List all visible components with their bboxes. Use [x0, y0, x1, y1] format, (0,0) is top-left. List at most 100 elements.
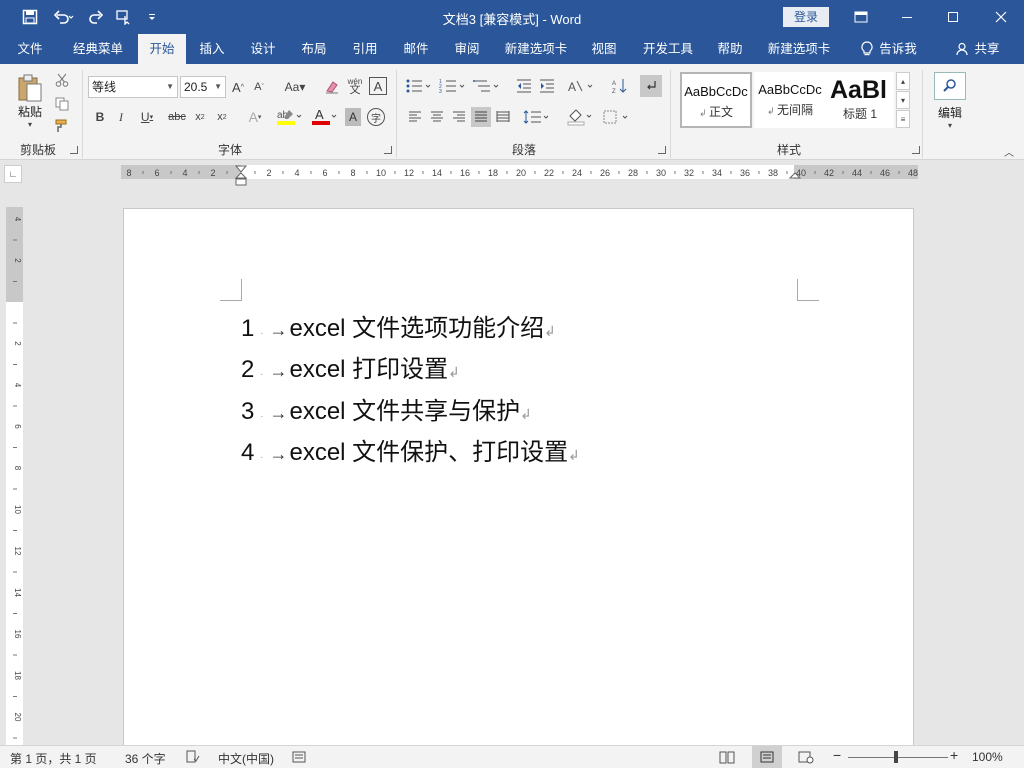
shading-icon[interactable] — [564, 107, 596, 127]
strikethrough-icon[interactable]: abc — [166, 108, 188, 126]
tab-review[interactable]: 审阅 — [445, 34, 489, 64]
text-effects-icon[interactable]: A ▾ — [242, 108, 268, 126]
close-icon[interactable] — [978, 0, 1024, 34]
font-color-icon[interactable]: A — [309, 106, 339, 128]
maximize-icon[interactable] — [930, 0, 976, 34]
svg-text:A: A — [612, 81, 616, 87]
font-launcher-icon[interactable] — [384, 146, 392, 154]
style-normal[interactable]: AaBbCcDc ↲ 正文 — [680, 72, 752, 128]
zoom-slider-thumb[interactable] — [894, 751, 898, 763]
clipboard-launcher-icon[interactable] — [70, 146, 78, 154]
zoom-out-icon[interactable]: − — [833, 747, 841, 763]
tab-design[interactable]: 设计 — [241, 34, 285, 64]
numbering-icon[interactable]: 123 — [438, 76, 468, 96]
ruler-tick-label: 16 — [13, 630, 22, 639]
left-indent-marker[interactable] — [235, 178, 247, 186]
tell-me-box[interactable]: 告诉我 — [854, 34, 924, 64]
tab-help[interactable]: 帮助 — [708, 34, 752, 64]
underline-icon[interactable]: U ▾ — [134, 108, 160, 126]
language-indicator[interactable]: 中文(中国) — [218, 750, 274, 767]
chinese-layout-icon[interactable]: A — [566, 76, 596, 96]
show-marks-icon[interactable] — [640, 75, 662, 97]
distributed-icon[interactable] — [494, 108, 512, 126]
ruler-tick-label: 8 — [350, 168, 355, 178]
tab-developer[interactable]: 开发工具 — [636, 34, 700, 64]
shrink-font-icon[interactable]: Aˇ — [251, 77, 267, 97]
tab-layout[interactable]: 布局 — [292, 34, 336, 64]
italic-icon[interactable]: I — [113, 108, 129, 126]
tab-new-tab-2[interactable]: 新建选项卡 — [762, 34, 836, 64]
zoom-level[interactable]: 100% — [972, 750, 1003, 764]
sort-icon[interactable]: AZ — [610, 76, 630, 96]
list-item[interactable]: 2 · →excel 打印设置↲ — [241, 349, 460, 384]
editing-button[interactable]: 编辑 ▾ — [934, 70, 966, 132]
multilevel-list-icon[interactable] — [472, 76, 502, 96]
horizontal-ruler[interactable]: 8 6 4 2 2 4 6 8 10 12 14 16 18 20 22 24 26 28 30 32 34 36 38 40… — [121, 165, 918, 187]
paste-button[interactable]: 粘贴 ▾ — [12, 70, 48, 132]
tab-view[interactable]: 视图 — [582, 34, 626, 64]
format-painter-icon[interactable] — [52, 116, 72, 136]
tab-classic-menu[interactable]: 经典菜单 — [64, 34, 132, 64]
zoom-in-icon[interactable]: + — [950, 747, 958, 763]
bold-icon[interactable]: B — [92, 108, 108, 126]
font-size-combo[interactable]: 20.5 ▼ — [180, 76, 226, 98]
share-button[interactable]: 共享 — [950, 34, 1006, 64]
tab-file[interactable]: 文件 — [8, 34, 52, 64]
character-border-icon[interactable]: A — [369, 77, 387, 95]
align-left-icon[interactable] — [406, 108, 424, 126]
zoom-slider[interactable] — [848, 757, 948, 758]
align-right-icon[interactable] — [450, 108, 468, 126]
web-layout-icon[interactable] — [798, 750, 814, 767]
tab-new-tab-1[interactable]: 新建选项卡 — [500, 34, 572, 64]
phonetic-guide-icon[interactable]: wén 文 — [345, 74, 365, 98]
ruler-tick-label: 2 — [13, 341, 22, 346]
list-item[interactable]: 3 · →excel 文件共享与保护↲ — [241, 391, 532, 426]
copy-icon[interactable] — [52, 94, 72, 114]
enclose-characters-icon[interactable]: 字 — [367, 108, 385, 126]
font-name-combo[interactable]: 等线 ▼ — [88, 76, 178, 98]
tab-selector-icon[interactable]: ∟ — [4, 165, 22, 183]
grow-font-icon[interactable]: A ^ — [230, 77, 246, 97]
minimize-icon[interactable] — [884, 0, 930, 34]
styles-launcher-icon[interactable] — [912, 146, 920, 154]
change-case-icon[interactable]: Aa▾ — [280, 77, 310, 97]
list-item[interactable]: 4 · →excel 文件保护、打印设置↲ — [241, 432, 580, 467]
align-center-icon[interactable] — [428, 108, 446, 126]
document-page[interactable] — [123, 208, 914, 748]
tab-mailings[interactable]: 邮件 — [394, 34, 438, 64]
style-no-spacing[interactable]: AaBbCcDc ↲ 无间隔 — [754, 72, 826, 128]
bullets-icon[interactable] — [404, 76, 434, 96]
vertical-ruler[interactable]: 4 2 2 4 6 8 10 12 14 16 18 20 — [6, 207, 23, 745]
print-layout-icon[interactable] — [752, 746, 782, 768]
tab-home[interactable]: 开始 — [138, 34, 186, 64]
cut-icon[interactable] — [52, 70, 72, 90]
ribbon-display-options-icon[interactable] — [838, 0, 884, 34]
decrease-indent-icon[interactable] — [514, 76, 534, 96]
chevron-down-icon: ▼ — [166, 82, 174, 91]
highlight-color-icon[interactable]: ab — [274, 106, 304, 128]
styles-scroll-up-icon[interactable]: ▴ — [896, 72, 910, 90]
character-shading-icon[interactable]: A — [345, 108, 361, 126]
tab-references[interactable]: 引用 — [343, 34, 387, 64]
ruler-tick-label: 18 — [488, 168, 498, 178]
styles-scroll-down-icon[interactable]: ▾ — [896, 91, 910, 109]
superscript-icon[interactable]: x2 — [213, 108, 231, 126]
line-spacing-icon[interactable] — [522, 108, 552, 126]
tab-insert[interactable]: 插入 — [190, 34, 234, 64]
style-heading-1[interactable]: AaBl 标题 1 — [826, 72, 894, 128]
word-count[interactable]: 36 个字 — [125, 750, 166, 767]
subscript-icon[interactable]: x2 — [191, 108, 209, 126]
login-button[interactable]: 登录 — [783, 7, 829, 27]
increase-indent-icon[interactable] — [537, 76, 557, 96]
paragraph-launcher-icon[interactable] — [658, 146, 666, 154]
macro-record-icon[interactable] — [292, 750, 306, 767]
clear-formatting-icon[interactable] — [323, 77, 341, 97]
styles-more-icon[interactable]: ≡ — [896, 110, 910, 128]
justify-icon[interactable] — [471, 107, 491, 127]
borders-icon[interactable] — [600, 107, 632, 127]
list-item[interactable]: 1 · →excel 文件选项功能介绍↲ — [241, 308, 556, 343]
read-mode-icon[interactable] — [719, 750, 735, 767]
collapse-ribbon-icon[interactable]: ︿ — [1002, 146, 1016, 159]
proofing-icon[interactable] — [186, 750, 200, 767]
page-count[interactable]: 第 1 页，共 1 页 — [10, 750, 97, 767]
